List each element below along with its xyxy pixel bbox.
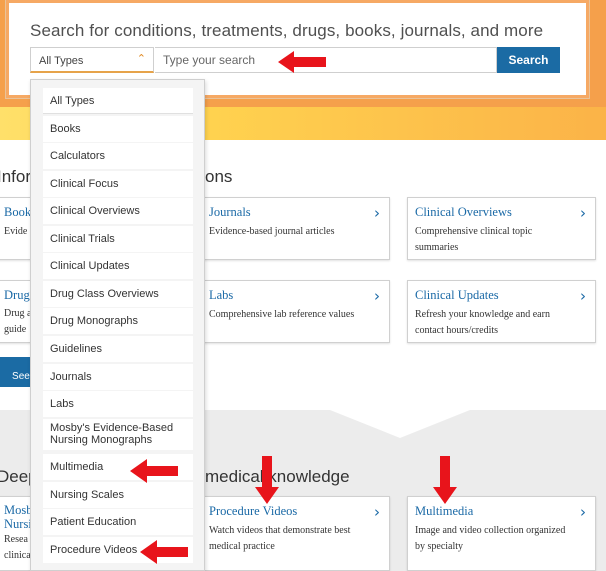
chevron-right-icon: › (580, 287, 586, 305)
card-title: Clinical Overviews (415, 205, 512, 219)
card-clinical-updates[interactable]: Clinical Updates Refresh your knowledge … (407, 280, 596, 343)
dropdown-item-all-types[interactable]: All Types (43, 88, 193, 114)
dropdown-item-clinical-updates[interactable]: Clinical Updates (43, 253, 193, 279)
chevron-right-icon: › (374, 503, 380, 521)
card-title: Book (4, 205, 32, 219)
dropdown-item-patient-education[interactable]: Patient Education (43, 509, 193, 535)
red-arrow-icon (433, 456, 457, 504)
chevron-right-icon: › (580, 204, 586, 222)
chevron-right-icon: › (374, 287, 380, 305)
search-heading: Search for conditions, treatments, drugs… (30, 21, 544, 40)
card-title: Drug (4, 288, 30, 302)
card-desc: Image and video collection organized by … (415, 525, 566, 552)
dropdown-item-books[interactable]: Books (43, 116, 193, 142)
dropdown-item-drug-monographs[interactable]: Drug Monographs (43, 308, 193, 334)
red-arrow-icon (130, 459, 178, 483)
card-title: Clinical Updates (415, 288, 499, 302)
card-title: Procedure Videos (209, 504, 298, 518)
card-title: Labs (209, 288, 234, 302)
dropdown-item-clinical-overviews[interactable]: Clinical Overviews (43, 198, 193, 224)
dropdown-item-mosby-monographs[interactable]: Mosby's Evidence-Based Nursing Monograph… (43, 419, 193, 450)
dropdown-item-clinical-trials[interactable]: Clinical Trials (43, 226, 193, 252)
red-arrow-icon (278, 51, 326, 73)
dropdown-item-clinical-focus[interactable]: Clinical Focus (43, 171, 193, 197)
card-journals[interactable]: Journals Evidence-based journal articles… (201, 197, 390, 260)
search-input[interactable] (155, 47, 497, 73)
dropdown-item-nursing-scales[interactable]: Nursing Scales (43, 482, 193, 508)
dropdown-item-drug-class-overviews[interactable]: Drug Class Overviews (43, 281, 193, 307)
card-desc: Refresh your knowledge and earn contact … (415, 309, 550, 336)
dropdown-item-journals[interactable]: Journals (43, 364, 193, 390)
type-select-value: All Types (39, 55, 84, 67)
red-arrow-icon (255, 456, 279, 504)
card-desc: Watch videos that demonstrate best medic… (209, 525, 351, 552)
type-dropdown-menu: All Types Books Calculators Clinical Foc… (30, 79, 205, 571)
card-desc: Evidence-based journal articles (209, 226, 335, 237)
chevron-up-icon: ⌃ (136, 53, 146, 65)
type-select[interactable]: All Types ⌃ (30, 47, 154, 73)
card-desc: Comprehensive lab reference values (209, 309, 355, 320)
card-title-line2: Nursi (4, 517, 32, 531)
section-title-info-left: Infor (0, 167, 32, 186)
card-multimedia[interactable]: Multimedia Image and video collection or… (407, 496, 596, 571)
card-labs[interactable]: Labs Comprehensive lab reference values … (201, 280, 390, 343)
section-title-info-right: ons (205, 167, 233, 186)
card-title: Multimedia (415, 504, 474, 518)
dropdown-item-labs[interactable]: Labs (43, 391, 193, 417)
card-title: Journals (209, 205, 251, 219)
card-clinical-overviews[interactable]: Clinical Overviews Comprehensive clinica… (407, 197, 596, 260)
card-desc: Comprehensive clinical topic summaries (415, 226, 533, 253)
chevron-right-icon: › (374, 204, 380, 222)
chevron-right-icon: › (580, 503, 586, 521)
card-procedure-videos[interactable]: Procedure Videos Watch videos that demon… (201, 496, 390, 571)
search-button[interactable]: Search (497, 47, 560, 73)
dropdown-item-guidelines[interactable]: Guidelines (43, 336, 193, 362)
red-arrow-icon (140, 540, 188, 564)
dropdown-item-calculators[interactable]: Calculators (43, 143, 193, 169)
card-title-line1: Mosb (4, 503, 33, 517)
